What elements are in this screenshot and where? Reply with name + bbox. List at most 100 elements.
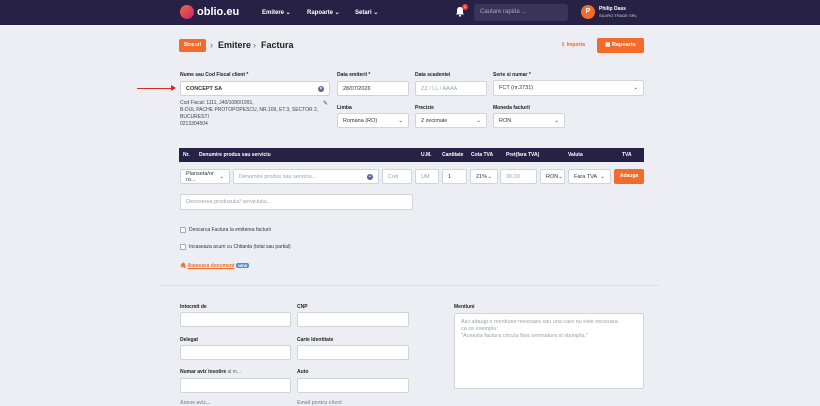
import-button[interactable]: ⇪ Importa (561, 42, 585, 48)
precizie-label: Precizie (415, 105, 434, 111)
top-nav: oblio.eu Emitere ⌄ Rapoarte ⌄ Setari ⌄ 1… (0, 0, 820, 25)
quantity-input[interactable]: 1 (442, 169, 467, 184)
delegat-label: Delegat (180, 337, 199, 343)
col-pret: Pret(fara TVA) (506, 152, 540, 158)
client-input[interactable]: CONCEPT SA × (180, 81, 330, 96)
auto-label: Auto (297, 369, 309, 375)
incaseaza-checkbox[interactable] (180, 244, 186, 250)
client-cif: Cod Fiscal: 1111, J40/1080/1991, (180, 100, 254, 106)
breadcrumb-separator-2: › (253, 40, 256, 50)
carte-identitate-label: Carte Identitate (297, 337, 334, 343)
delegat-input[interactable] (180, 345, 291, 360)
aviz-input[interactable] (180, 378, 291, 393)
descarca-checkbox[interactable] (180, 227, 186, 233)
col-um: U.M. (421, 152, 432, 158)
precizie-select[interactable]: 2 zecimale ⌄ (415, 113, 487, 128)
col-cantitate: Cantitate (442, 152, 464, 158)
currency-select[interactable]: RON ⌄ (540, 169, 565, 184)
product-type-value: Planseta/or ro... (186, 170, 214, 183)
price-input[interactable]: 00,00 (500, 169, 537, 184)
chevron-down-icon: ⌄ (398, 117, 403, 124)
quick-search-input[interactable]: Cautare rapida ... (474, 4, 568, 21)
client-address: B-DUL PACHE PROTOPOPESCU, NR.109, ET.3, … (180, 107, 319, 113)
product-description-input[interactable]: Descrierea produsului/ serviciului... (180, 194, 413, 210)
carte-identitate-input[interactable] (297, 345, 409, 360)
mentiuni-placeholder-3: "Aceasta factura circula fara semnatura … (461, 333, 589, 339)
logo-text[interactable]: oblio.eu (197, 6, 239, 18)
data-emiterii-label: Data emiterii * (337, 72, 371, 78)
new-badge: NEW (235, 263, 250, 268)
moneda-value: RON (499, 117, 512, 124)
nav-rapoarte[interactable]: Rapoarte ⌄ (307, 9, 340, 16)
nav-setari[interactable]: Setari ⌄ (355, 9, 378, 16)
client-label: Nume sau Cod Fiscal client * (180, 72, 249, 78)
product-type-select[interactable]: Planseta/or ro... ⌄ (180, 169, 230, 184)
chevron-down-icon: ⌄ (487, 173, 492, 180)
descarca-label[interactable]: Descarca Factura la emiterea facturii (189, 227, 271, 233)
chevron-down-icon: ⌄ (633, 85, 638, 91)
add-product-button[interactable]: Adauga (614, 169, 644, 184)
mentiuni-label: Mentiuni (454, 304, 475, 310)
data-emiterii-input[interactable]: 28/07/2026 (337, 81, 409, 96)
edit-client-icon[interactable]: ✎ (323, 100, 328, 107)
oblio-logo-icon[interactable] (180, 5, 194, 19)
divider (160, 285, 660, 286)
intocmit-input[interactable] (180, 312, 291, 327)
serie-label: Serie si numar * (493, 72, 531, 78)
moneda-select[interactable]: RON ⌄ (493, 113, 565, 128)
col-valuta: Valuta (568, 152, 583, 158)
limba-value: Romana (RO) (343, 117, 378, 124)
mentiuni-textarea[interactable]: Aici adaugi o mentiune necesara sau una … (454, 313, 644, 389)
um-input[interactable]: UM (415, 169, 439, 184)
serie-select[interactable]: FCT (nr.2731) ⌄ (493, 80, 644, 96)
limba-select[interactable]: Romana (RO) ⌄ (337, 113, 409, 128)
rapoarte-label: Rapoarte (611, 42, 636, 48)
mentiuni-placeholder-2: ca ce exemplu: (461, 326, 498, 332)
paperclip-icon: 🖇 (180, 263, 187, 269)
attach-document-link[interactable]: 🖇 Ataseaza document NEW (180, 263, 250, 269)
intocmit-label: Intocmit de (180, 304, 207, 310)
vat-mode-select[interactable]: Fara TVA ⌄ (568, 169, 611, 184)
products-table-header: Nr. Denumire produs sau serviciu U.M. Ca… (179, 148, 644, 162)
product-name-placeholder: Denumire produs sau serviciu... (239, 173, 317, 180)
product-search-icon[interactable]: + (367, 173, 373, 180)
breadcrumb-emitere[interactable]: Emitere (218, 40, 251, 50)
page-title: Factura (261, 40, 294, 50)
client-city: BUCURESTI (180, 114, 209, 120)
report-icon: ▦ (605, 42, 611, 48)
cnp-input[interactable] (297, 312, 409, 327)
breadcrumb-separator: › (210, 40, 213, 50)
upload-icon: ⇪ (561, 42, 566, 48)
vat-mode-value: Fara TVA (574, 173, 598, 180)
aviz-label-text: Numar aviz insotire (180, 369, 227, 375)
product-name-input[interactable]: Denumire produs sau serviciu... + (233, 169, 379, 184)
notification-badge: 1 (462, 4, 468, 10)
aviz-label: Numar aviz insotire al m... (180, 369, 241, 375)
client-phone: 0213304504 (180, 121, 208, 127)
col-nr: Nr. (183, 152, 190, 158)
avatar[interactable]: P (581, 5, 595, 19)
user-name[interactable]: Philip Dass (599, 6, 626, 12)
col-tva: TVA (622, 152, 632, 158)
user-company: SILVRO TRADE SRL (599, 13, 637, 18)
serie-value: FCT (nr.2731) (499, 85, 534, 91)
annotation-arrow-head (171, 85, 176, 91)
precizie-value: 2 zecimale (421, 117, 448, 124)
product-code-input[interactable]: Cod (382, 169, 412, 184)
nav-emitere[interactable]: Emitere ⌄ (262, 9, 291, 16)
rapoarte-button[interactable]: ▦ Rapoarte (597, 38, 644, 53)
data-scadentei-input[interactable]: ZZ / LL / AAAA (415, 81, 487, 96)
incaseaza-label[interactable]: Incaseaza acum cu Chitanta (total sau pa… (189, 244, 291, 250)
chevron-down-icon: ⌄ (554, 117, 559, 124)
vat-rate-select[interactable]: 21% ⌄ (470, 169, 498, 184)
stocuri-button[interactable]: Stocuri (179, 39, 206, 52)
chevron-down-icon: ⌄ (476, 117, 481, 124)
vat-rate-value: 21% (476, 173, 488, 180)
attach-document-label: Ataseaza document (187, 263, 235, 269)
client-clear-icon[interactable]: × (318, 85, 324, 92)
auto-input[interactable] (297, 378, 409, 393)
col-denumire: Denumire produs sau serviciu (199, 152, 271, 158)
moneda-label: Moneda facturii (493, 105, 530, 111)
email-label: Email pentru client (297, 400, 342, 406)
chevron-down-icon: ⌄ (600, 173, 605, 180)
